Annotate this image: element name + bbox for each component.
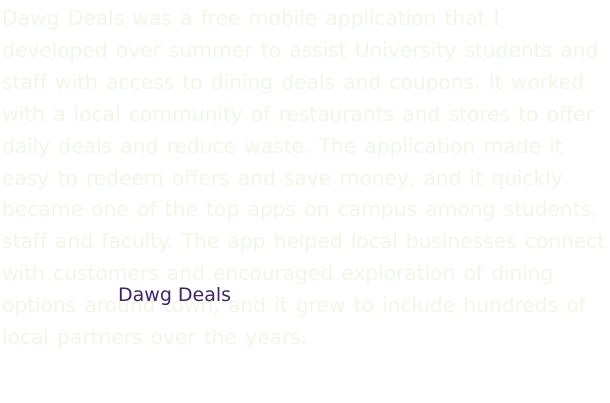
faded-background-paragraph: Dawg Deals was a free mobile application… [2,6,606,350]
dawg-deals-link[interactable]: Dawg Deals [118,283,231,307]
page: Dawg Deals was a free mobile application… [0,0,610,403]
